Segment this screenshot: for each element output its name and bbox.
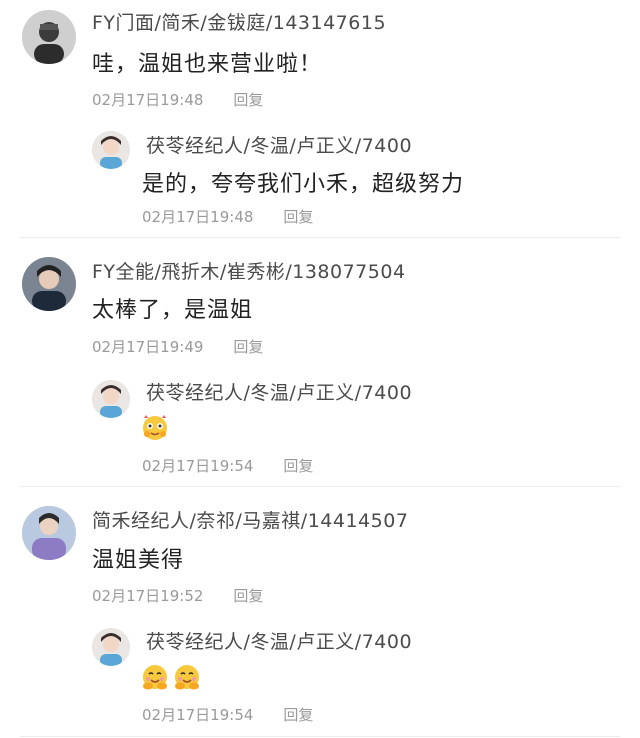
- user-avatar-icon[interactable]: [22, 257, 76, 311]
- reply-meta: 02月17日19:48 回复: [142, 206, 313, 227]
- reply-emoji-row: [140, 662, 202, 692]
- comment-time: 02月17日19:49: [92, 338, 204, 356]
- hug-emoji-icon: [172, 662, 202, 692]
- reply-button[interactable]: 回复: [283, 704, 313, 725]
- user-avatar-icon[interactable]: [22, 506, 76, 560]
- user-avatar-icon[interactable]: [22, 10, 76, 64]
- reply-time: 02月17日19:54: [142, 457, 254, 475]
- reply-author[interactable]: 茯苓经纪人/冬温/卢正义/7400: [146, 627, 412, 654]
- divider: [20, 736, 620, 737]
- comment-text: 温姐美得: [92, 548, 185, 573]
- comment-text: 哇，温姐也来营业啦！: [92, 52, 323, 77]
- hug-emoji-icon: [140, 662, 170, 692]
- reply-meta: 02月17日19:54 回复: [142, 455, 313, 476]
- reply-author[interactable]: 茯苓经纪人/冬温/卢正义/7400: [146, 378, 412, 405]
- blush-hands-emoji-icon: [140, 412, 170, 442]
- comment-text: 太棒了，是温姐: [92, 298, 254, 323]
- reply-meta: 02月17日19:54 回复: [142, 704, 313, 725]
- reply-author[interactable]: 茯苓经纪人/冬温/卢正义/7400: [146, 131, 412, 158]
- user-avatar-icon[interactable]: [92, 628, 130, 666]
- user-avatar-icon[interactable]: [92, 131, 130, 169]
- comment-meta: 02月17日19:49 回复: [92, 336, 263, 357]
- divider: [20, 486, 620, 487]
- reply-text: 是的，夸夸我们小禾，超级努力: [142, 172, 465, 197]
- reply-time: 02月17日19:48: [142, 208, 254, 226]
- reply-button[interactable]: 回复: [233, 585, 263, 606]
- reply-emoji-row: [140, 412, 170, 442]
- reply-button[interactable]: 回复: [233, 336, 263, 357]
- comment-author[interactable]: FY全能/飛折木/崔秀彬/138077504: [92, 257, 406, 284]
- comment-meta: 02月17日19:48 回复: [92, 89, 263, 110]
- divider: [20, 237, 620, 238]
- reply-button[interactable]: 回复: [283, 206, 313, 227]
- comment-author[interactable]: 简禾经纪人/奈祁/马嘉祺/14414507: [92, 506, 408, 533]
- reply-button[interactable]: 回复: [233, 89, 263, 110]
- comment-time: 02月17日19:48: [92, 91, 204, 109]
- reply-button[interactable]: 回复: [283, 455, 313, 476]
- comment-meta: 02月17日19:52 回复: [92, 585, 263, 606]
- user-avatar-icon[interactable]: [92, 380, 130, 418]
- comment-author[interactable]: FY门面/简禾/金钹庭/143147615: [92, 8, 386, 35]
- comment-time: 02月17日19:52: [92, 587, 204, 605]
- reply-time: 02月17日19:54: [142, 706, 254, 724]
